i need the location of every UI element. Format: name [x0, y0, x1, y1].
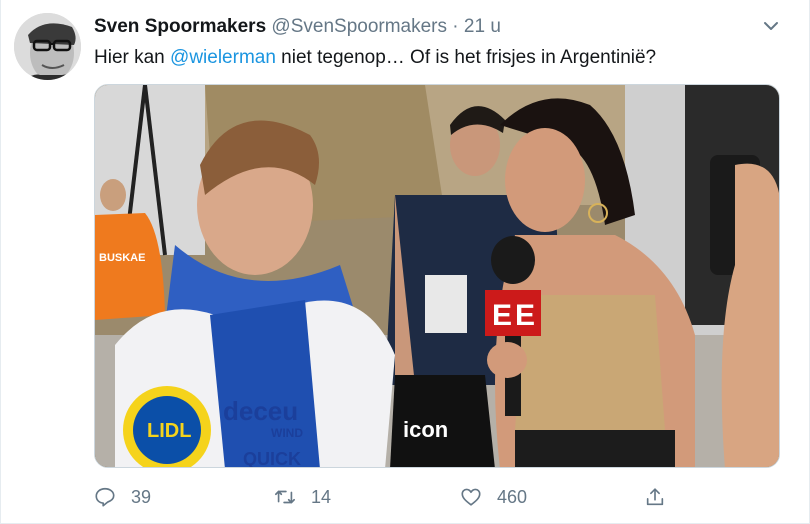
like-button[interactable]: 460: [460, 483, 527, 511]
mic-flag-right: E: [515, 299, 535, 332]
tweet-card[interactable]: Sven Spoormakers @SvenSpoormakers · 21 u…: [0, 0, 810, 524]
tweet-actions: 39 14 460: [94, 483, 694, 511]
author-name[interactable]: Sven Spoormakers: [94, 16, 266, 37]
tweet-text-after: niet tegenop… Of is het frisjes in Argen…: [275, 47, 657, 68]
reply-button[interactable]: 39: [94, 483, 151, 511]
author-handle[interactable]: @SvenSpoormakers: [271, 16, 447, 37]
retweet-button[interactable]: 14: [274, 483, 331, 511]
avatar[interactable]: [14, 13, 81, 80]
jersey-sponsor-1: deceu: [223, 396, 298, 426]
bag-text: icon: [403, 417, 448, 442]
share-icon: [646, 488, 664, 506]
avatar-portrait: [14, 13, 81, 80]
retweet-icon: [275, 490, 295, 504]
tweet-header: Sven Spoormakers @SvenSpoormakers · 21 u: [94, 15, 501, 39]
tweet-text-before: Hier kan: [94, 47, 171, 68]
share-button[interactable]: [644, 483, 666, 511]
reply-icon: [95, 487, 115, 507]
tweet-photo[interactable]: BUSKAE LIDL deceu WIND QUICK icon E E: [94, 84, 780, 468]
mic-flag-left: E: [492, 299, 512, 332]
jersey-sponsor-3: QUICK: [243, 449, 301, 468]
rider-jersey-text: BUSKAE: [99, 252, 145, 264]
separator-dot: ·: [452, 16, 459, 37]
tweet-timestamp[interactable]: 21 u: [464, 16, 501, 37]
tweet-text: Hier kan @wielerman niet tegenop… Of is …: [94, 45, 656, 71]
jersey-sponsor-2: WIND: [271, 426, 303, 440]
photo-scene: BUSKAE LIDL deceu WIND QUICK icon E E: [95, 85, 779, 468]
like-count: 460: [497, 486, 528, 507]
lidl-logo-text: LIDL: [147, 420, 191, 442]
retweet-count: 14: [311, 486, 332, 507]
heart-icon: [461, 488, 481, 506]
reply-count: 39: [131, 486, 152, 507]
chevron-down-icon[interactable]: [761, 16, 781, 36]
mention-link[interactable]: @wielerman: [170, 47, 276, 68]
